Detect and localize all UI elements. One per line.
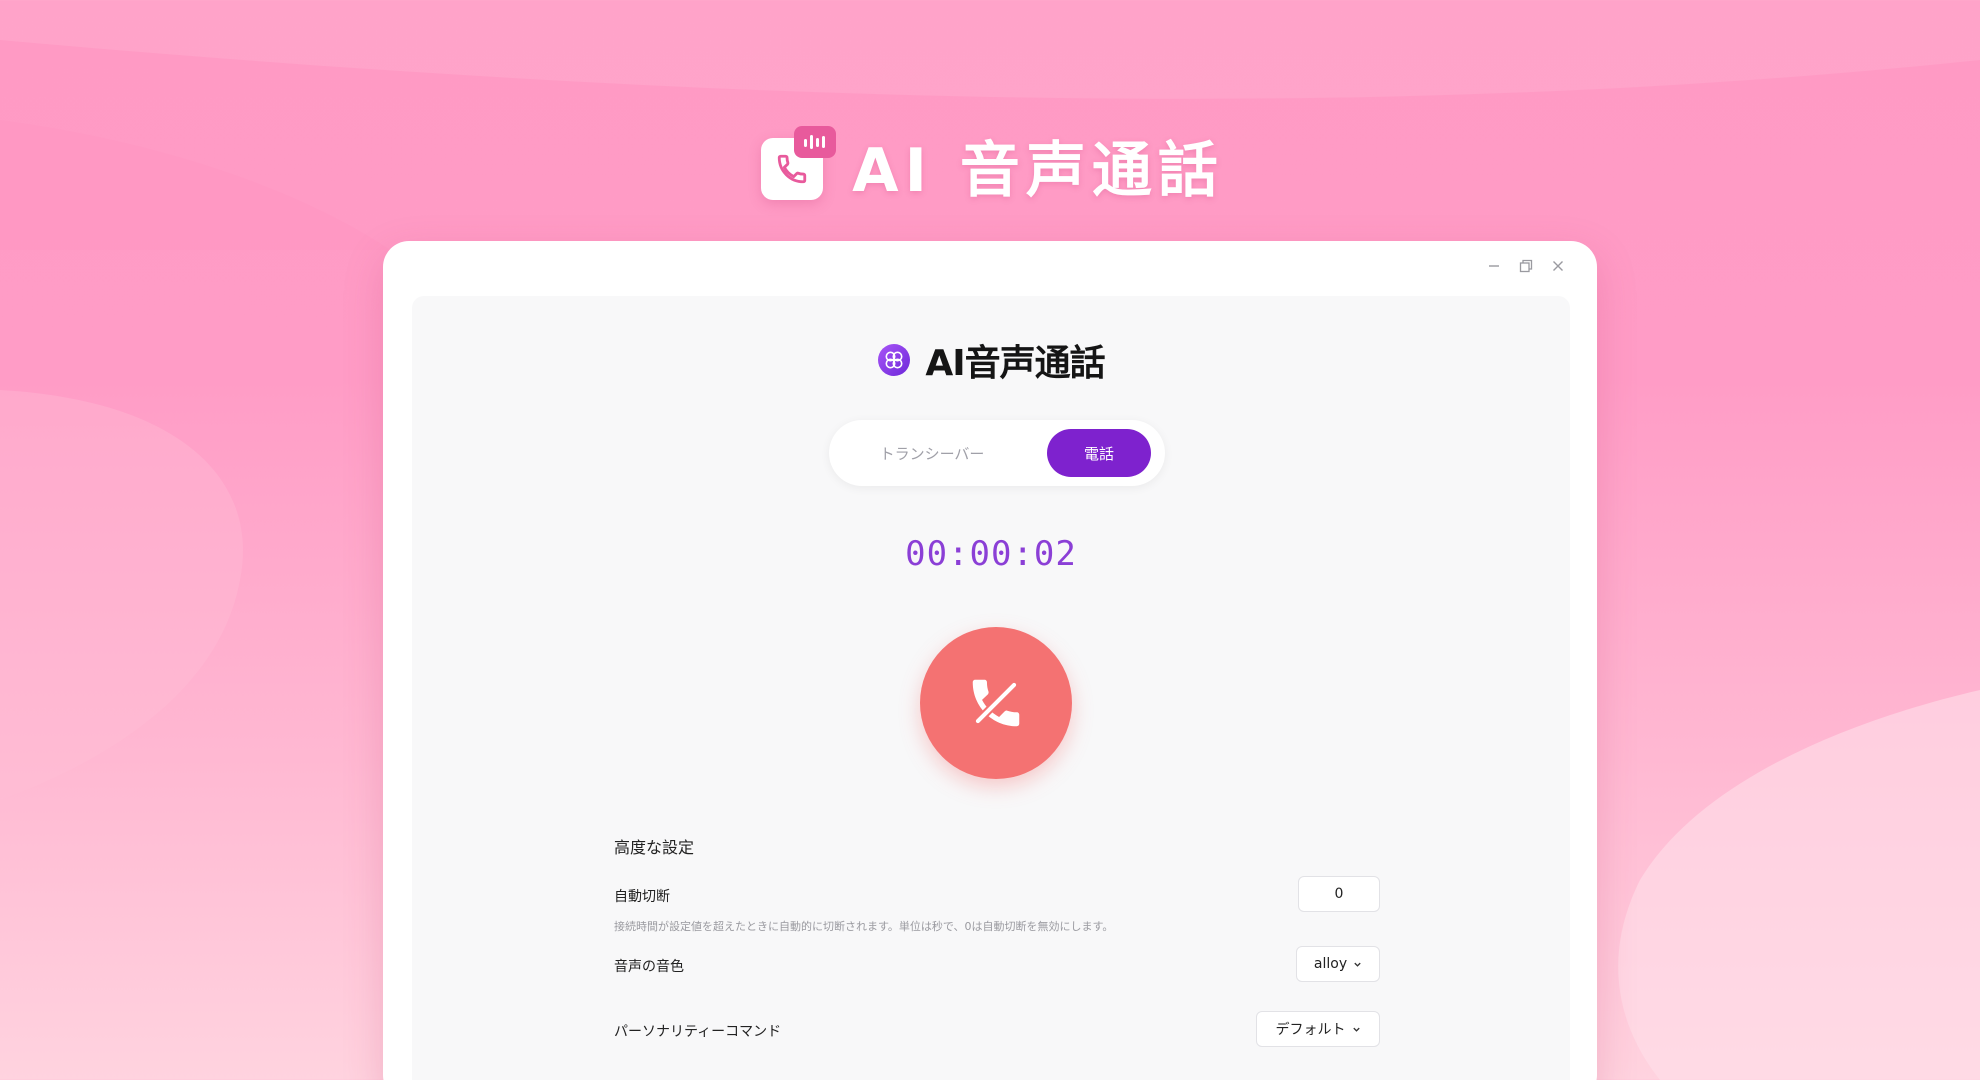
voice-call-logo-icon: [756, 126, 837, 204]
app-title: AI音声通話: [925, 343, 1105, 384]
minimize-icon[interactable]: [1485, 257, 1503, 275]
auto-disconnect-description: 接続時間が設定値を超えたときに自動的に切断されます。単位は秒で、0は自動切断を無…: [614, 920, 1114, 933]
app-logo-icon: [878, 344, 911, 376]
voice-tone-label: 音声の音色: [614, 959, 684, 975]
auto-disconnect-label: 自動切断: [614, 889, 670, 905]
hang-up-button[interactable]: [920, 627, 1072, 779]
call-timer: 00:00:02: [905, 534, 1077, 574]
app-window: AI音声通話 トランシーバー 電話 00:00:02 高度な設定 自動切断 0 …: [383, 241, 1597, 1080]
chevron-down-icon: [1354, 962, 1361, 967]
hero-banner: AI 音声通話: [0, 122, 1980, 208]
phone-hangup-icon: [972, 679, 1020, 727]
hero-title: AI 音声通話: [852, 135, 1224, 206]
voice-tone-select[interactable]: alloy: [1296, 946, 1380, 982]
tab-transceiver[interactable]: トランシーバー: [837, 429, 1027, 477]
chevron-down-icon: [1352, 1027, 1360, 1032]
auto-disconnect-input[interactable]: 0: [1298, 876, 1380, 912]
mode-switch: トランシーバー 電話: [829, 420, 1165, 486]
personality-command-select[interactable]: デフォルト: [1256, 1011, 1380, 1047]
app-header: AI音声通話: [412, 336, 1570, 384]
personality-command-label: パーソナリティーコマンド: [614, 1024, 782, 1040]
voice-tone-value: alloy: [1313, 956, 1348, 972]
window-controls: [1485, 257, 1567, 275]
restore-icon[interactable]: [1517, 257, 1535, 275]
settings-title: 高度な設定: [614, 838, 695, 857]
main-panel: AI音声通話 トランシーバー 電話 00:00:02 高度な設定 自動切断 0 …: [412, 296, 1570, 1080]
close-icon[interactable]: [1549, 257, 1567, 275]
personality-command-value: デフォルト: [1275, 1022, 1346, 1038]
tab-phone[interactable]: 電話: [1047, 429, 1151, 477]
